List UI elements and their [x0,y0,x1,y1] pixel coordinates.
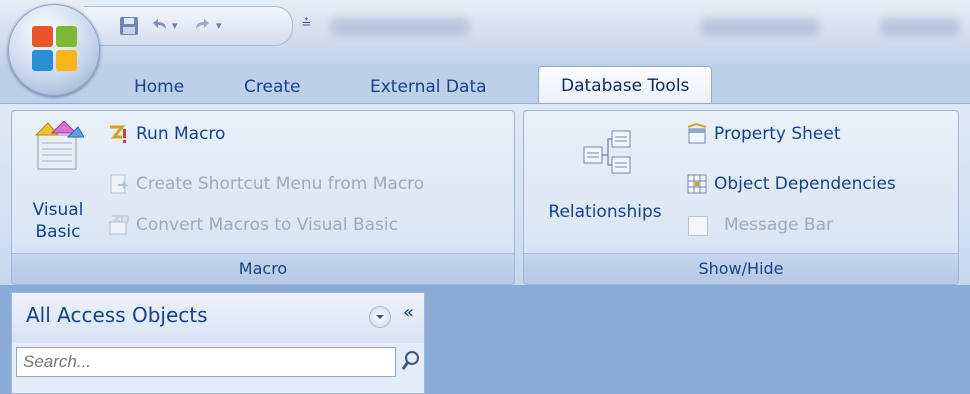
visual-basic-button[interactable]: Visual Basic [20,117,96,249]
convert-macros-label: Convert Macros to Visual Basic [136,215,398,235]
macro-group: Visual Basic Run Macro Create Shortcut M… [11,110,515,285]
undo-icon[interactable] [148,15,170,42]
message-bar-toggle[interactable]: Message Bar [686,214,936,240]
search-input[interactable] [16,347,396,377]
navigation-pane-header[interactable]: All Access Objects « [12,293,424,343]
convert-macros-button[interactable]: Convert Macros to Visual Basic [108,214,508,240]
tab-database-tools[interactable]: Database Tools [538,66,713,106]
property-sheet-button[interactable]: Property Sheet [686,123,936,149]
tab-external-data[interactable]: External Data [370,70,487,104]
tab-create[interactable]: Create [244,70,301,104]
ribbon-tab-bar: Home Create External Data Database Tools [0,64,970,106]
chevron-down-icon [376,315,384,319]
object-dependencies-button[interactable]: Object Dependencies [686,173,956,199]
tab-home[interactable]: Home [134,70,184,104]
show-hide-group: Relationships Property Sheet Object Depe… [523,110,959,285]
redo-icon[interactable] [192,15,214,42]
shortcut-menu-icon [110,174,129,194]
create-shortcut-menu-label: Create Shortcut Menu from Macro [136,174,425,194]
visual-basic-icon [34,121,84,170]
run-macro-label: Run Macro [136,124,226,144]
navigation-pane-dropdown[interactable] [369,306,391,328]
convert-macros-icon [109,215,129,235]
message-bar-checkbox[interactable] [688,216,708,236]
customize-qat-icon[interactable]: ⩮ [302,13,311,31]
relationships-button[interactable]: Relationships [530,117,680,249]
window-title-blur [700,18,820,36]
relationships-icon [583,130,631,174]
run-macro-button[interactable]: Run Macro [108,123,308,149]
office-logo-icon [32,26,78,72]
create-shortcut-menu-button[interactable]: Create Shortcut Menu from Macro [108,173,508,199]
window-title-blur [880,18,960,36]
macro-group-label: Macro [12,253,514,284]
relationships-label: Relationships [548,202,662,222]
undo-dropdown-icon[interactable]: ▾ [172,19,178,32]
message-bar-label: Message Bar [724,215,833,235]
navigation-pane: All Access Objects « [11,292,425,394]
shutter-bar-collapse-icon[interactable]: « [403,302,414,323]
quick-access-toolbar: ▾ ▾ ⩮ [84,6,311,46]
ribbon: Visual Basic Run Macro Create Shortcut M… [0,103,970,285]
navigation-pane-title[interactable]: All Access Objects [26,303,208,327]
save-icon[interactable] [118,15,140,42]
property-sheet-label: Property Sheet [714,124,841,144]
redo-dropdown-icon[interactable]: ▾ [216,19,222,32]
search-icon[interactable] [400,349,422,373]
run-macro-icon [110,125,126,143]
show-hide-group-label: Show/Hide [524,253,958,284]
property-sheet-icon [687,123,707,144]
object-dependencies-icon [687,174,707,194]
visual-basic-label-line2: Basic [35,222,81,242]
visual-basic-label-line1: Visual [32,200,84,220]
window-title-blur [330,18,470,36]
object-dependencies-label: Object Dependencies [714,174,896,194]
office-button[interactable] [8,4,100,96]
